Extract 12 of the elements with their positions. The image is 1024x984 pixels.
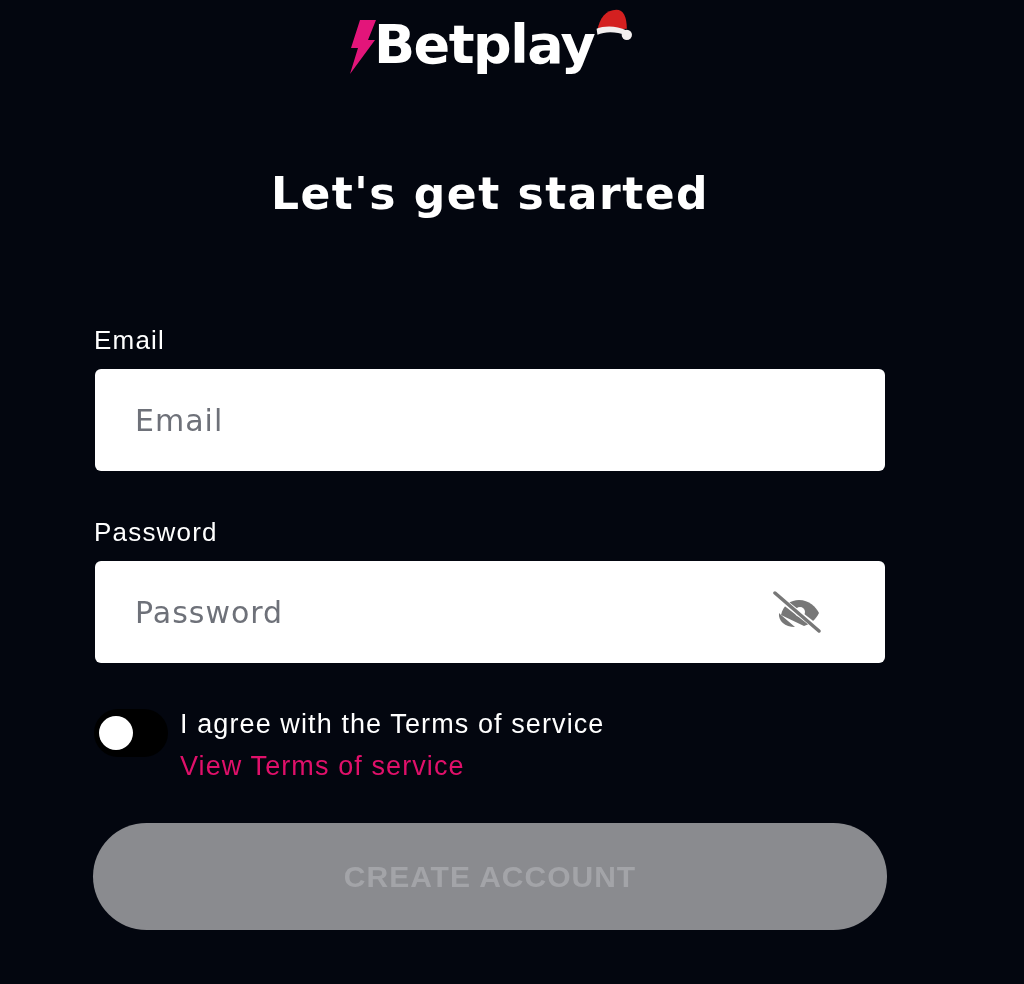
eye-slash-icon[interactable]	[771, 591, 823, 633]
view-terms-link[interactable]: View Terms of service	[180, 751, 465, 781]
email-field[interactable]: Email	[95, 369, 885, 471]
field-label: Email	[94, 325, 165, 355]
lightning-bolt-icon	[347, 20, 376, 74]
logo-wordmark: Betplay	[373, 12, 595, 78]
field-label: Password	[94, 517, 218, 547]
terms-agreement-text: I agree with the Terms of service View Terms of service	[180, 708, 606, 783]
santa-hat-icon	[594, 8, 633, 41]
page-heading: Let's get started	[269, 167, 711, 221]
terms-toggle[interactable]	[94, 709, 168, 757]
password-field[interactable]: Password	[95, 561, 885, 663]
